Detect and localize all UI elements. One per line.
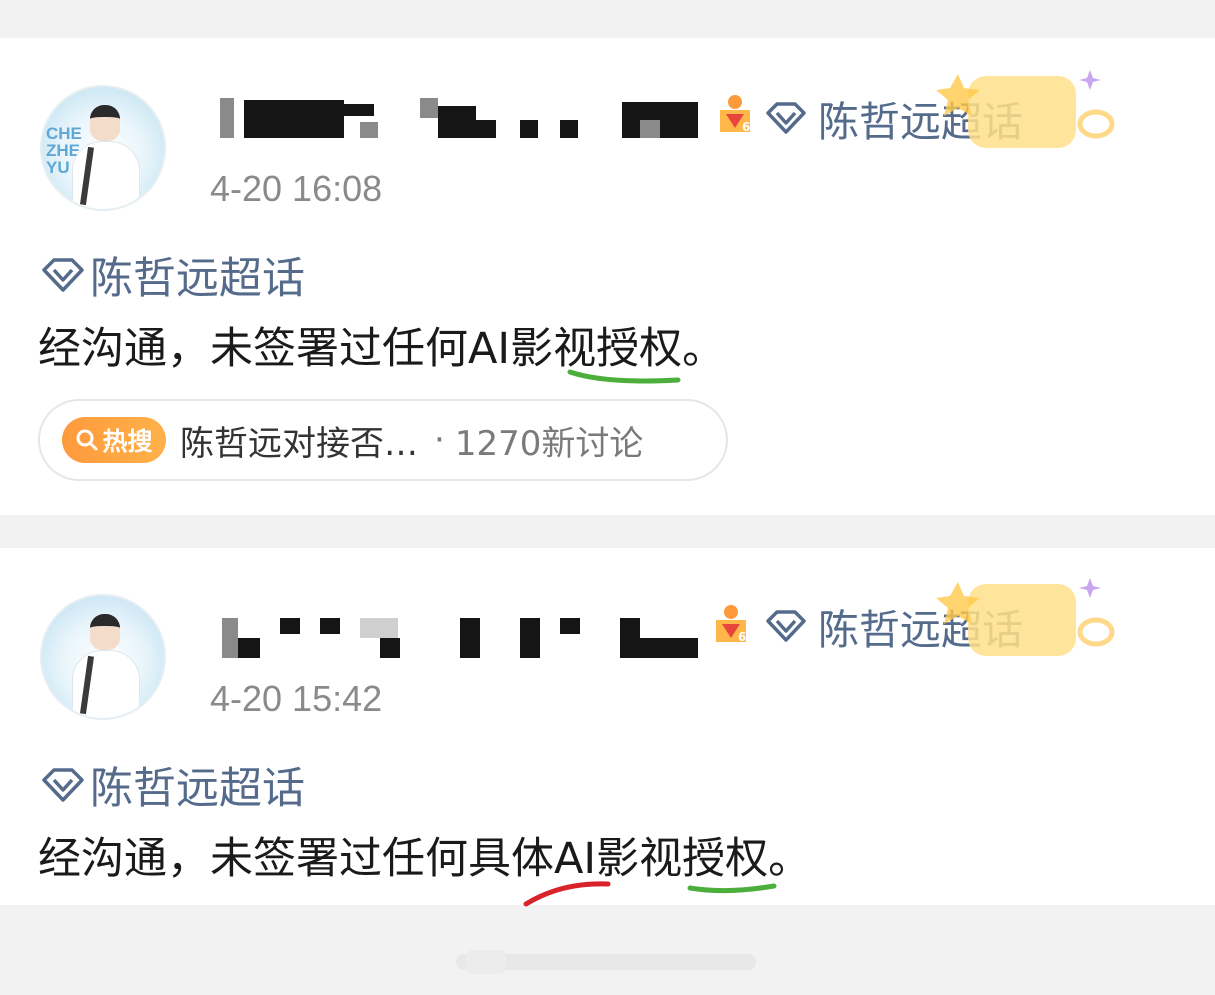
post-card-2[interactable]: 6 陈哲远超话 4-20 15:42 陈哲远超话 经沟通，未签署过任何具体AI影…	[0, 548, 1215, 907]
diamond-icon	[42, 768, 84, 802]
green-underline	[687, 883, 777, 894]
avatar[interactable]	[40, 594, 166, 720]
diamond-icon	[766, 610, 806, 642]
hot-search-title: 陈哲远对接否…	[180, 423, 418, 464]
post-time: 4-20 15:42	[210, 678, 383, 719]
hot-search-pill[interactable]: 热搜 陈哲远对接否… · 1270新讨论	[38, 399, 728, 481]
green-underline	[567, 369, 681, 384]
post-time: 4-20 16:08	[210, 168, 383, 209]
diamond-icon	[766, 102, 806, 134]
bottom-toolbar-blurred	[456, 950, 756, 974]
level-badge-icon: 6	[716, 605, 746, 644]
hot-tag-label: 热搜	[102, 427, 153, 456]
svg-text:6: 6	[742, 120, 750, 134]
super-topic-label: 陈哲远超话	[90, 764, 305, 814]
super-topic-link[interactable]: 陈哲远超话	[40, 244, 305, 306]
level-badge-icon: 6	[720, 95, 750, 134]
username-redacted[interactable]	[220, 98, 710, 142]
post-content: 经沟通，未签署过任何具体AI影视授权。	[38, 834, 812, 884]
hot-search-tag: 热搜	[62, 417, 166, 463]
super-topic-label: 陈哲远超话	[90, 254, 305, 304]
star-sticker-icon	[936, 578, 1115, 656]
post-card-1[interactable]: CHE ZHE YU 6 陈哲远超话 4-20 16:08 陈哲远超话 经沟通，…	[0, 38, 1215, 515]
diamond-icon	[42, 258, 84, 292]
avatar[interactable]: CHE ZHE YU	[40, 85, 166, 211]
username-redacted[interactable]	[222, 618, 702, 662]
red-underline	[523, 881, 611, 907]
svg-text:6: 6	[738, 630, 746, 644]
search-icon	[76, 429, 98, 451]
star-sticker-icon	[936, 70, 1115, 148]
hot-separator: ·	[434, 420, 445, 460]
super-topic-link[interactable]: 陈哲远超话	[40, 754, 305, 816]
hot-discussion-count: 1270新讨论	[454, 423, 644, 464]
